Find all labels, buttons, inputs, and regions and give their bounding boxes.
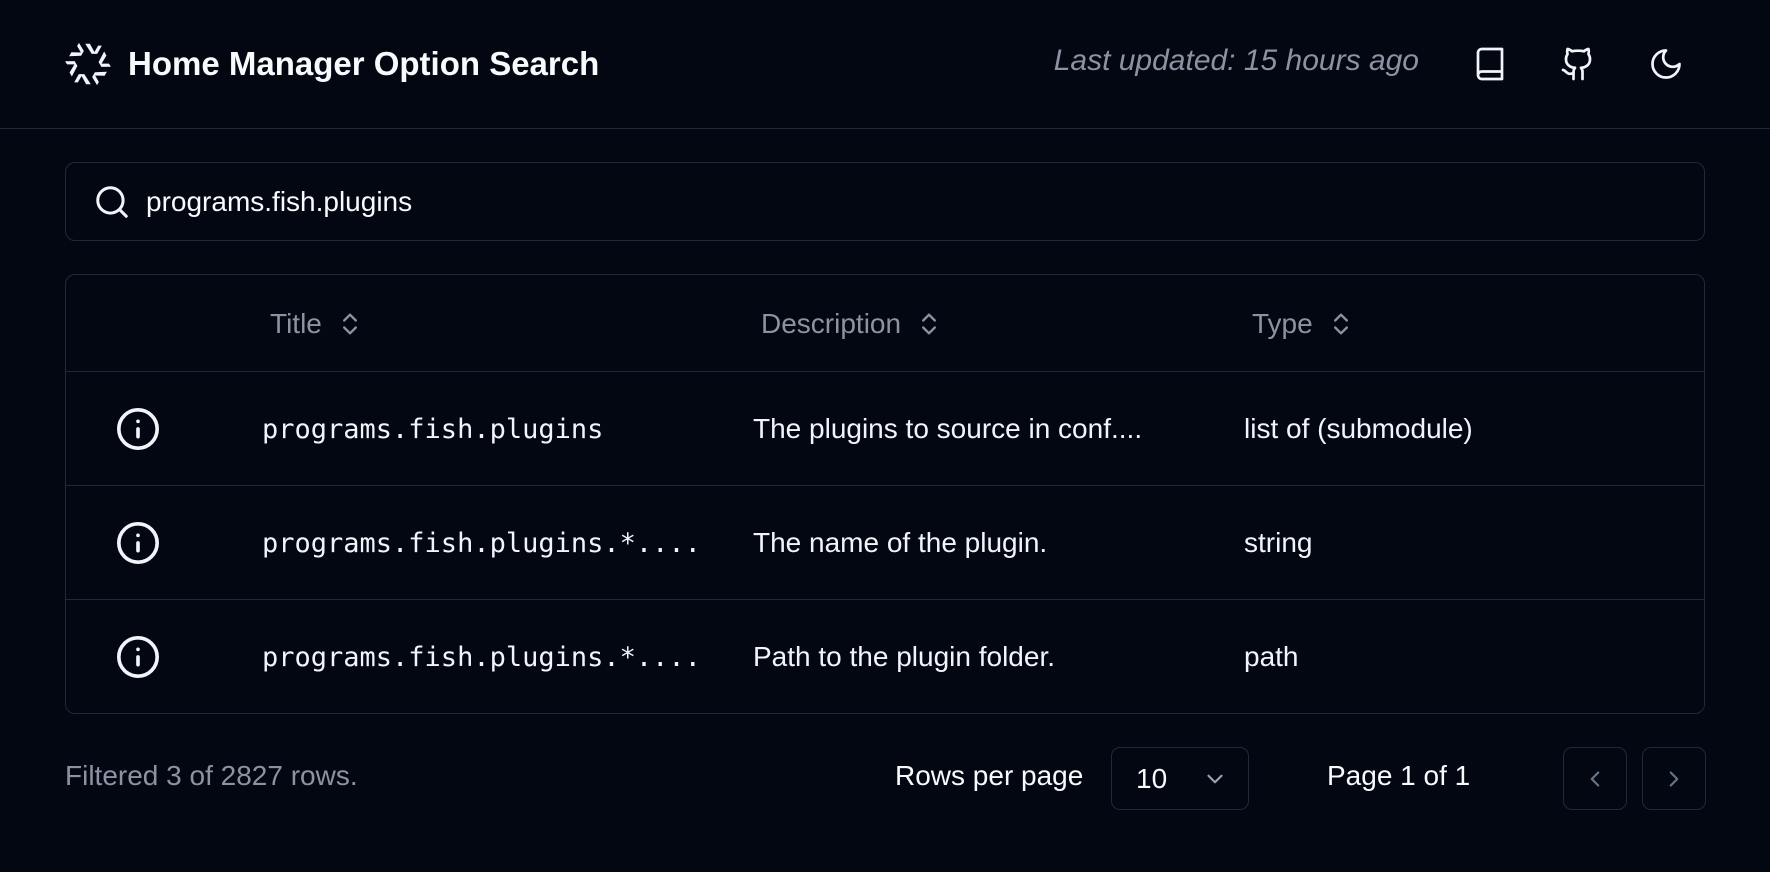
row-title: programs.fish.plugins.*.... <box>262 641 701 673</box>
chevron-down-icon <box>1202 766 1228 792</box>
nixos-snowflake-logo-icon <box>65 42 111 86</box>
options-table: Title Description Type programs.fish.plu… <box>65 274 1705 714</box>
rows-per-page-value: 10 <box>1136 762 1168 794</box>
sort-icon <box>915 310 943 338</box>
filtered-count-text: Filtered 3 of 2827 rows. <box>65 760 358 791</box>
info-button[interactable] <box>114 519 162 567</box>
info-icon <box>117 522 159 564</box>
search-input[interactable] <box>144 171 1704 232</box>
sort-icon <box>1327 310 1355 338</box>
table-row[interactable]: programs.fish.plugins.*.... Path to the … <box>66 600 1704 713</box>
rows-per-page-label: Rows per page <box>895 760 1084 791</box>
page-info: Page 1 of 1 <box>1327 760 1471 791</box>
info-icon <box>117 636 159 678</box>
table-row[interactable]: programs.fish.plugins The plugins to sou… <box>66 372 1704 486</box>
row-type: path <box>1244 641 1299 672</box>
row-type: string <box>1244 527 1313 558</box>
app-header: Home Manager Option Search Last updated:… <box>0 0 1770 129</box>
info-button[interactable] <box>114 633 162 681</box>
info-icon <box>117 408 159 450</box>
theme-toggle-button[interactable] <box>1644 42 1688 86</box>
row-type: list of (submodule) <box>1244 413 1473 444</box>
docs-button[interactable] <box>1468 42 1512 86</box>
row-description: The name of the plugin. <box>753 527 1048 558</box>
moon-icon <box>1651 49 1681 79</box>
column-header-title[interactable]: Title <box>270 275 364 372</box>
column-header-description[interactable]: Description <box>761 275 943 372</box>
sort-icon <box>336 310 364 338</box>
table-row[interactable]: programs.fish.plugins.*.... The name of … <box>66 486 1704 600</box>
table-header: Title Description Type <box>66 275 1704 372</box>
github-button[interactable] <box>1556 42 1600 86</box>
last-updated-text: Last updated: 15 hours ago <box>1053 44 1419 77</box>
chevron-left-icon <box>1590 770 1600 787</box>
book-icon <box>1476 47 1504 81</box>
previous-page-button[interactable] <box>1563 747 1627 810</box>
row-title: programs.fish.plugins <box>262 413 604 445</box>
chevron-right-icon <box>1669 770 1679 787</box>
search-box[interactable] <box>65 162 1705 241</box>
search-icon <box>92 182 132 222</box>
app-title: Home Manager Option Search <box>128 45 600 82</box>
column-description-label: Description <box>761 307 902 339</box>
github-icon <box>1561 47 1592 81</box>
column-header-type[interactable]: Type <box>1252 275 1355 372</box>
info-button[interactable] <box>114 405 162 453</box>
column-title-label: Title <box>270 307 322 339</box>
rows-per-page-select[interactable]: 10 <box>1111 747 1249 810</box>
row-description: The plugins to source in conf.... <box>753 413 1143 444</box>
row-title: programs.fish.plugins.*.... <box>262 527 701 559</box>
column-type-label: Type <box>1252 307 1313 339</box>
next-page-button[interactable] <box>1642 747 1706 810</box>
brand[interactable]: Home Manager Option Search <box>65 40 599 88</box>
row-description: Path to the plugin folder. <box>753 641 1055 672</box>
